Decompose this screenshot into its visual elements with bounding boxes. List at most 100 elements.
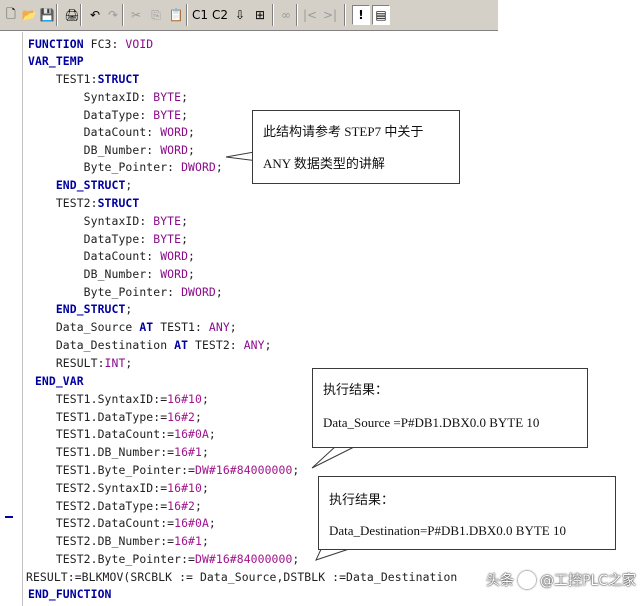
watermark-logo-icon (518, 571, 536, 589)
breakpoint-icon[interactable]: ∞ (276, 5, 296, 25)
code-token: ; (201, 481, 209, 495)
type-token: WORD (160, 125, 189, 139)
code-token: ; (188, 267, 196, 281)
code-line[interactable]: TEST2.Byte_Pointer:=DW#16#84000000; (28, 550, 640, 568)
save-icon[interactable]: 💾 (38, 5, 56, 25)
callout-source-title: 执行结果： (323, 382, 389, 397)
keyword-token: STRUCT (97, 72, 140, 86)
keyword-token: AT (139, 320, 154, 334)
exclamation-icon[interactable]: ! (352, 5, 370, 25)
cursor-line-marker (5, 516, 13, 518)
code-line[interactable]: TEST1:STRUCT (28, 70, 640, 88)
code-token: ; (125, 178, 133, 192)
code-line[interactable]: SyntaxID: BYTE; (28, 212, 640, 230)
literal-token: 16#2 (167, 499, 195, 513)
code-token: ; (201, 445, 209, 459)
code-token: FC3: (83, 37, 126, 51)
code-line[interactable]: END_STRUCT; (28, 300, 640, 318)
type-token: ANY (243, 338, 265, 352)
code-token: TEST1.SyntaxID:= (28, 392, 168, 406)
copy-icon[interactable]: ⎘ (146, 5, 166, 25)
callout-destination-title: 执行结果： (329, 492, 395, 507)
code-token: TEST1.DB_Number:= (28, 445, 175, 459)
code-token: Byte_Pointer: (28, 285, 182, 299)
code-line[interactable]: DB_Number: WORD; (28, 265, 640, 283)
redo-icon[interactable]: ↷ (104, 5, 122, 25)
code-token: ; (181, 108, 189, 122)
print-icon[interactable]: 🖨 (62, 5, 82, 25)
code-token: TEST2: (188, 338, 244, 352)
keyword-token: STRUCT (97, 196, 140, 210)
code-token: TEST1: (153, 320, 209, 334)
code-token: Byte_Pointer: (28, 160, 182, 174)
keyword-token: END_STRUCT (28, 178, 126, 192)
code-line[interactable]: Data_Source AT TEST1: ANY; (28, 318, 640, 336)
code-token: Data_Destination (28, 338, 175, 352)
code-token: ; (195, 410, 202, 424)
download-icon[interactable]: ⇩ (230, 5, 250, 25)
code-token: Data_Source (28, 320, 140, 334)
code-line[interactable]: DataType: BYTE; (28, 230, 640, 248)
code-token: TEST2.DataCount:= (28, 516, 175, 530)
code-line[interactable]: SyntaxID: BYTE; (28, 88, 640, 106)
code-token: DB_Number: (28, 267, 161, 281)
code-token: RESULT: (28, 356, 105, 370)
watermark-name: @工控PLC之家 (540, 573, 637, 589)
code-token: ; (201, 534, 209, 548)
type-token: INT (104, 356, 126, 370)
compile-all-icon[interactable]: C2 (210, 5, 230, 25)
toolbar-separator (122, 4, 124, 26)
keyword-token: AT (174, 338, 189, 352)
open-folder-icon[interactable]: 📂 (20, 5, 38, 25)
toolbar-separator (344, 4, 346, 26)
code-line[interactable]: TEST2:STRUCT (28, 194, 640, 212)
literal-token: DW#16#84000000 (195, 552, 293, 566)
code-token: TEST2.Byte_Pointer:= (28, 552, 195, 566)
literal-token: 16#1 (174, 534, 202, 548)
code-token: ; (195, 499, 202, 513)
code-line[interactable]: FUNCTION FC3: VOID (28, 35, 640, 53)
callout-source-result: 执行结果： Data_Source =P#DB1.DBX0.0 BYTE 10 (312, 368, 588, 448)
keyword-token: END_FUNCTION (28, 587, 112, 601)
code-token: ; (208, 516, 216, 530)
code-token: DataType: (28, 232, 154, 246)
toolbar: 🗋 📂 💾 🖨 ↶ ↷ ✂ ⎘ 📋 C1 C2 ⇩ ⊞ ∞ |< >|! ▤ (0, 0, 498, 31)
code-token: RESULT:=BLKMOV(SRCBLK := Data_Source,DST… (26, 570, 458, 584)
literal-token: 16#10 (167, 392, 202, 406)
code-token: TEST1: (28, 72, 98, 86)
code-token: ; (181, 214, 189, 228)
code-token: TEST1.DataCount:= (28, 427, 175, 441)
keyword-token: END_VAR (28, 374, 84, 388)
code-line[interactable]: DataCount: WORD; (28, 247, 640, 265)
code-token: TEST2.SyntaxID:= (28, 481, 168, 495)
paste-icon[interactable]: 📋 (166, 5, 186, 25)
literal-token: 16#0A (174, 427, 209, 441)
literal-token: DW#16#84000000 (195, 463, 293, 477)
next-icon[interactable]: >| (320, 5, 340, 25)
compile-icon[interactable]: C1 (190, 5, 210, 25)
toolbar-separator (80, 4, 82, 26)
previous-icon[interactable]: |< (300, 5, 320, 25)
code-line[interactable]: VAR_TEMP (28, 52, 640, 70)
new-document-icon[interactable]: 🗋 (2, 5, 20, 25)
code-token: TEST2.DataType:= (28, 499, 168, 513)
code-token: ; (201, 392, 209, 406)
code-token: ; (181, 232, 189, 246)
toolbar-separator (272, 4, 274, 26)
code-token: ; (125, 302, 133, 316)
monitor-icon[interactable]: ⊞ (250, 5, 270, 25)
code-token: ; (292, 463, 300, 477)
literal-token: 16#1 (174, 445, 202, 459)
code-line[interactable]: Data_Destination AT TEST2: ANY; (28, 336, 640, 354)
code-token: ; (264, 338, 272, 352)
type-token: WORD (160, 249, 189, 263)
undo-icon[interactable]: ↶ (86, 5, 104, 25)
cut-icon[interactable]: ✂ (126, 5, 146, 25)
code-token: DataType: (28, 108, 154, 122)
code-token: TEST2: (28, 196, 98, 210)
watermark-prefix: 头条 (486, 573, 514, 589)
window-icon[interactable]: ▤ (372, 5, 390, 25)
type-token: BYTE (153, 108, 182, 122)
code-line[interactable]: Byte_Pointer: DWORD; (28, 283, 640, 301)
code-token: SyntaxID: (28, 214, 154, 228)
